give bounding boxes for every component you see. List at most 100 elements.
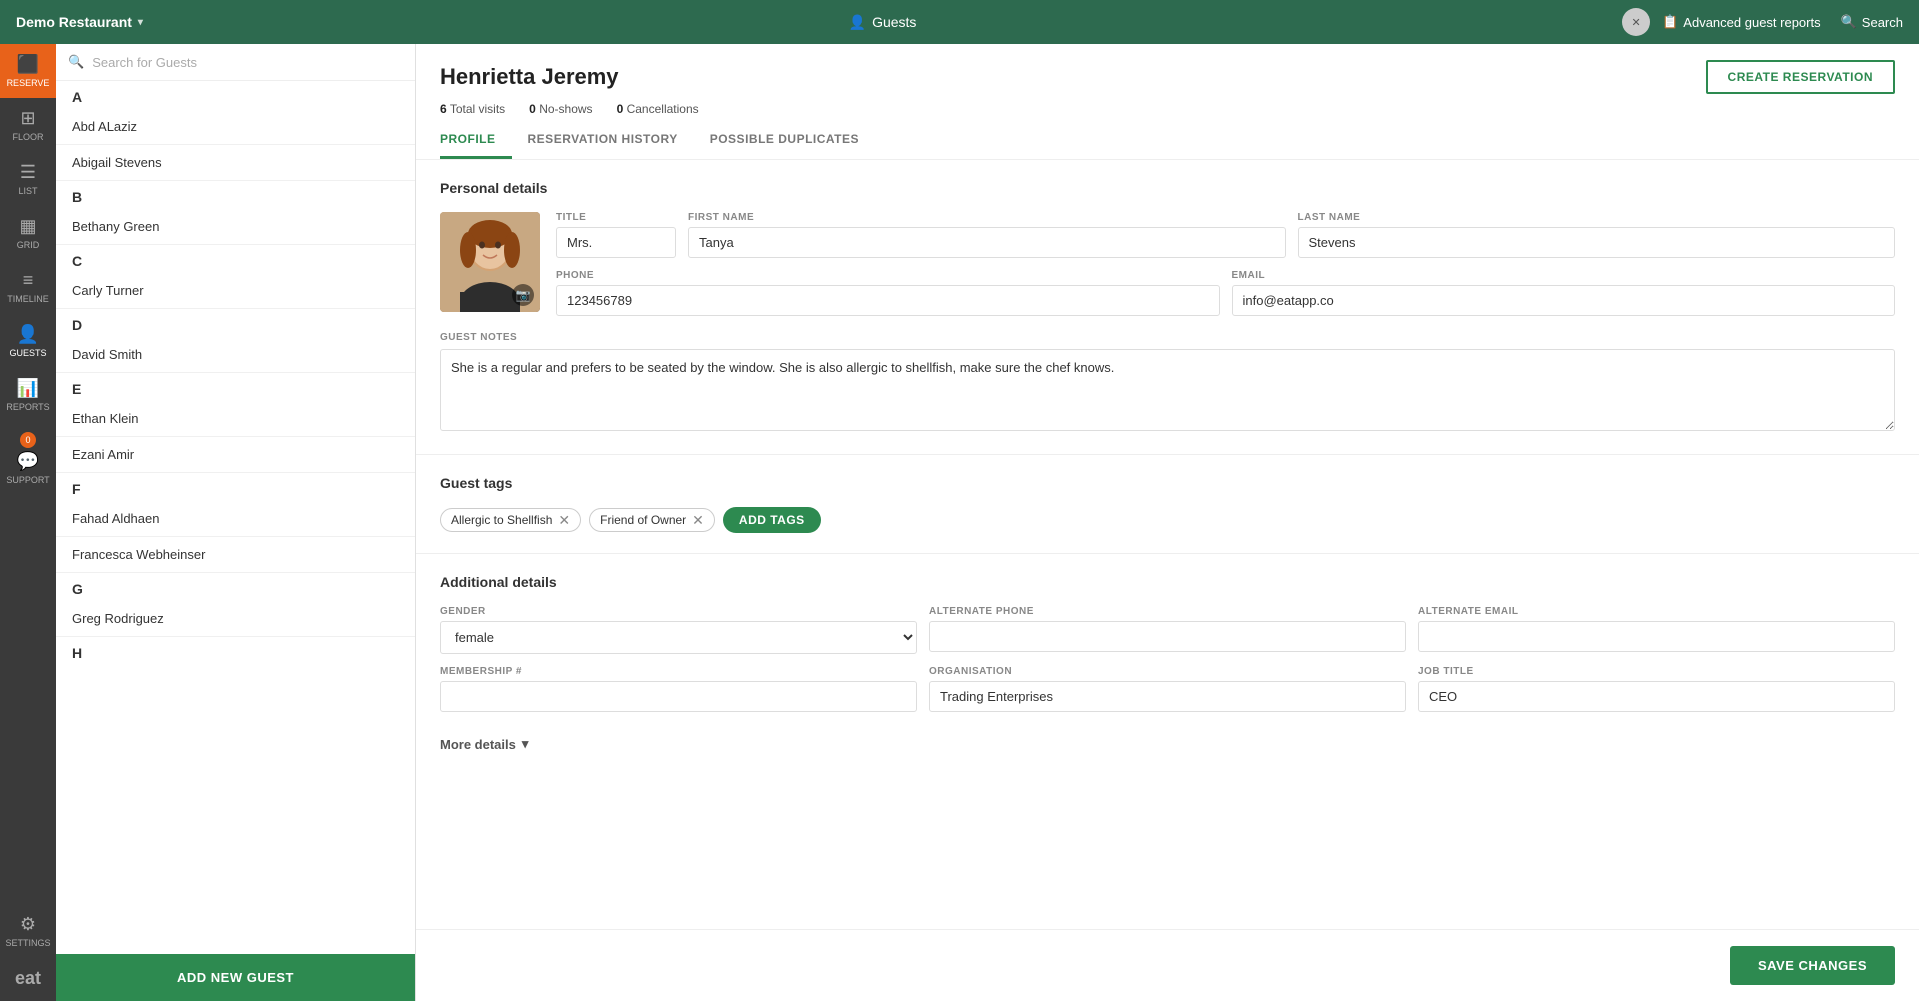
list-item[interactable]: Greg Rodriguez bbox=[56, 601, 415, 637]
list-item[interactable]: Ethan Klein bbox=[56, 401, 415, 437]
title-label: TITLE bbox=[556, 212, 676, 223]
profile-content: Personal details bbox=[416, 160, 1919, 929]
list-item[interactable]: Bethany Green bbox=[56, 209, 415, 245]
sidebar-label-list: LIST bbox=[18, 186, 37, 196]
restaurant-selector[interactable]: Demo Restaurant ▾ bbox=[16, 14, 143, 30]
guest-list-panel: 🔍 A Abd ALaziz Abigail Stevens B Bethany… bbox=[56, 44, 416, 1001]
section-divider-2 bbox=[416, 553, 1919, 554]
sidebar-item-guests[interactable]: 👤 GUESTS bbox=[0, 314, 56, 368]
nav-guests-label: Guests bbox=[872, 14, 916, 30]
email-input[interactable] bbox=[1232, 285, 1896, 316]
floor-icon: ⊞ bbox=[20, 108, 35, 129]
settings-icon: ⚙ bbox=[20, 914, 36, 935]
sidebar-label-timeline: TIMELINE bbox=[7, 294, 49, 304]
timeline-icon: ≡ bbox=[23, 270, 34, 291]
icon-sidebar: ⬛ RESERVE ⊞ FLOOR ☰ LIST ▦ GRID ≡ TIMELI… bbox=[0, 44, 56, 1001]
save-changes-button[interactable]: SAVE CHANGES bbox=[1730, 946, 1895, 985]
section-letter-e: E bbox=[56, 373, 415, 401]
sidebar-item-settings[interactable]: ⚙ SETTINGS bbox=[0, 904, 56, 958]
section-letter-d: D bbox=[56, 309, 415, 337]
guests-icon: 👤 bbox=[849, 14, 866, 31]
restaurant-name: Demo Restaurant bbox=[16, 14, 132, 30]
cancellations-stat: 0 Cancellations bbox=[617, 102, 699, 116]
sidebar-label-guests: GUESTS bbox=[9, 348, 46, 358]
search-input[interactable] bbox=[92, 55, 403, 70]
search-link[interactable]: 🔍 Search bbox=[1841, 14, 1903, 30]
sidebar-item-support[interactable]: 0 💬 SUPPORT bbox=[0, 422, 56, 495]
sidebar-label-floor: FLOOR bbox=[12, 132, 43, 142]
personal-details-title: Personal details bbox=[440, 180, 1895, 196]
first-name-input[interactable] bbox=[688, 227, 1286, 258]
phone-input[interactable] bbox=[556, 285, 1220, 316]
tag-remove-shellfish[interactable]: ✕ bbox=[558, 513, 570, 527]
guest-notes-textarea[interactable] bbox=[440, 349, 1895, 431]
tags-section-title: Guest tags bbox=[440, 475, 1895, 491]
section-letter-f: F bbox=[56, 473, 415, 501]
last-name-input[interactable] bbox=[1298, 227, 1896, 258]
additional-details-grid-2: MEMBERSHIP # ORGANISATION JOB TITLE bbox=[440, 666, 1895, 712]
tag-remove-friend[interactable]: ✕ bbox=[692, 513, 704, 527]
sidebar-item-reserve[interactable]: ⬛ RESERVE bbox=[0, 44, 56, 98]
guest-header-top: Henrietta Jeremy CREATE RESERVATION bbox=[440, 60, 1895, 94]
tag-label-friend: Friend of Owner bbox=[600, 513, 686, 527]
reports-icon: 📊 bbox=[17, 378, 39, 399]
title-input[interactable] bbox=[556, 227, 676, 258]
sidebar-item-reports[interactable]: 📊 REPORTS bbox=[0, 368, 56, 422]
first-name-field-group: FIRST NAME bbox=[688, 212, 1286, 258]
section-letter-a: A bbox=[56, 81, 415, 109]
list-item[interactable]: Francesca Webheinser bbox=[56, 537, 415, 573]
tab-reservation-history[interactable]: RESERVATION HISTORY bbox=[512, 124, 694, 159]
add-tags-button[interactable]: ADD TAGS bbox=[723, 507, 821, 533]
job-title-field-group: JOB TITLE bbox=[1418, 666, 1895, 712]
search-icon: 🔍 bbox=[1841, 14, 1857, 30]
list-icon: ☰ bbox=[20, 162, 36, 183]
top-nav-right: 📋 Advanced guest reports 🔍 Search bbox=[1662, 14, 1903, 30]
guest-tabs: PROFILE RESERVATION HISTORY POSSIBLE DUP… bbox=[440, 124, 1895, 159]
create-reservation-button[interactable]: CREATE RESERVATION bbox=[1706, 60, 1895, 94]
tab-possible-duplicates[interactable]: POSSIBLE DUPLICATES bbox=[694, 124, 875, 159]
personal-details-section: Personal details bbox=[440, 180, 1895, 316]
list-item[interactable]: Carly Turner bbox=[56, 273, 415, 309]
job-title-label: JOB TITLE bbox=[1418, 666, 1895, 677]
advanced-reports-link[interactable]: 📋 Advanced guest reports bbox=[1662, 14, 1821, 30]
avatar: 📷 bbox=[440, 212, 540, 312]
membership-input[interactable] bbox=[440, 681, 917, 712]
sidebar-label-grid: GRID bbox=[17, 240, 40, 250]
add-guest-button[interactable]: ADD NEW GUEST bbox=[56, 954, 415, 1001]
alternate-email-input[interactable] bbox=[1418, 621, 1895, 652]
nav-center: 👤 Guests bbox=[155, 14, 1610, 31]
list-item[interactable]: Abigail Stevens bbox=[56, 145, 415, 181]
last-name-field-group: LAST NAME bbox=[1298, 212, 1896, 258]
tag-label-shellfish: Allergic to Shellfish bbox=[451, 513, 552, 527]
organisation-input[interactable] bbox=[929, 681, 1406, 712]
list-item[interactable]: Ezani Amir bbox=[56, 437, 415, 473]
contact-fields-row: PHONE EMAIL bbox=[556, 270, 1895, 316]
no-shows-stat: 0 No-shows bbox=[529, 102, 592, 116]
sidebar-item-list[interactable]: ☰ LIST bbox=[0, 152, 56, 206]
logo-badge: ✕ bbox=[1622, 8, 1650, 36]
guests-icon: 👤 bbox=[17, 324, 39, 345]
email-label: EMAIL bbox=[1232, 270, 1896, 281]
main-content: Henrietta Jeremy CREATE RESERVATION 6 To… bbox=[416, 44, 1919, 1001]
sidebar-item-timeline[interactable]: ≡ TIMELINE bbox=[0, 260, 56, 314]
list-item[interactable]: David Smith bbox=[56, 337, 415, 373]
section-letter-h: H bbox=[56, 637, 415, 665]
tab-profile[interactable]: PROFILE bbox=[440, 124, 512, 159]
title-field-group: TITLE bbox=[556, 212, 676, 258]
sidebar-label-support: SUPPORT bbox=[6, 475, 49, 485]
gender-field-group: GENDER female male other bbox=[440, 606, 917, 654]
list-item[interactable]: Fahad Aldhaen bbox=[56, 501, 415, 537]
more-details-toggle[interactable]: More details ▾ bbox=[440, 732, 1895, 752]
sidebar-item-grid[interactable]: ▦ GRID bbox=[0, 206, 56, 260]
guest-name: Henrietta Jeremy bbox=[440, 64, 619, 90]
additional-details-title: Additional details bbox=[440, 574, 1895, 590]
job-title-input[interactable] bbox=[1418, 681, 1895, 712]
alternate-phone-input[interactable] bbox=[929, 621, 1406, 652]
support-icon: 💬 bbox=[17, 451, 39, 472]
gender-select[interactable]: female male other bbox=[440, 621, 917, 654]
name-fields-row: TITLE FIRST NAME LAST NAME bbox=[556, 212, 1895, 258]
sidebar-item-floor[interactable]: ⊞ FLOOR bbox=[0, 98, 56, 152]
additional-details-grid: GENDER female male other ALTERNATE PHONE… bbox=[440, 606, 1895, 654]
list-item[interactable]: Abd ALaziz bbox=[56, 109, 415, 145]
camera-icon[interactable]: 📷 bbox=[512, 284, 534, 306]
